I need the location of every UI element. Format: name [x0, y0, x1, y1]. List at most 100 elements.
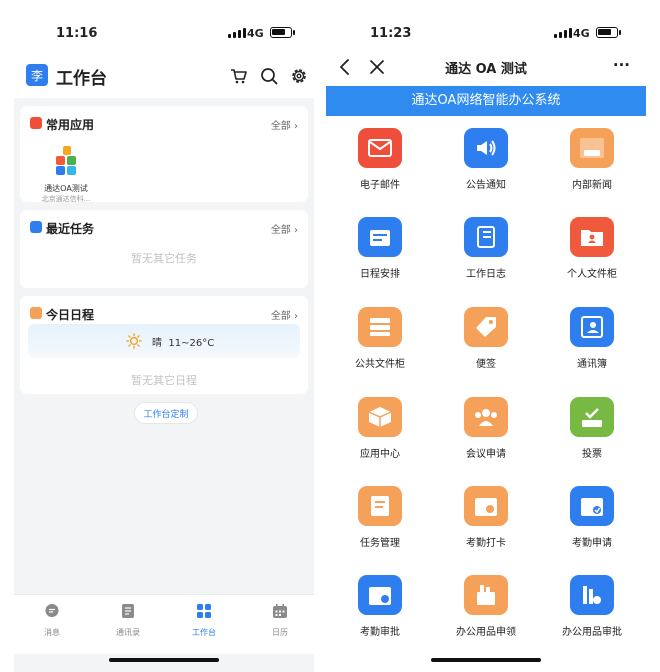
app-shortcut-tongda[interactable]: 通达OA测试 北京通达信科...: [36, 146, 96, 204]
box-icon: [358, 397, 402, 437]
left-phone-screen: 11:16 4G 李 工作台 常用应用 全部 › 通达OA测试 北京通达信科..…: [14, 0, 314, 672]
app-tile-news[interactable]: 内部新闻: [542, 128, 642, 191]
supplies-approve-icon: [570, 575, 614, 615]
customize-workbench-button[interactable]: 工作台定制: [134, 402, 198, 424]
system-banner: 通达OA网络智能办公系统: [326, 86, 646, 116]
app-label: 便签: [476, 359, 496, 370]
app-label: 通讯簿: [577, 359, 607, 370]
app-tile-box[interactable]: 应用中心: [330, 397, 430, 460]
app-label: 应用中心: [360, 449, 400, 460]
card-title: 最近任务: [46, 222, 95, 236]
search-icon[interactable]: [260, 67, 278, 85]
app-tile-clock-in[interactable]: 考勤打卡: [436, 486, 536, 549]
app-label: 公共文件柜: [355, 359, 405, 370]
app-label: 会议申请: [466, 449, 506, 460]
app-label: 个人文件柜: [567, 269, 617, 280]
supplies-request-icon: [464, 575, 508, 615]
app-label: 电子邮件: [360, 180, 400, 191]
view-all-label: 全部: [270, 121, 291, 132]
app-tile-supplies-request[interactable]: 办公用品申领: [436, 575, 536, 638]
app-tile-address-book[interactable]: 通讯簿: [542, 307, 642, 370]
app-label: 公告通知: [466, 180, 506, 191]
view-all-link[interactable]: 全部 ›: [271, 117, 298, 132]
cart-icon[interactable]: [230, 67, 248, 85]
tongda-logo-icon: [56, 146, 76, 175]
sun-icon: [126, 333, 142, 349]
view-all-label: 全部: [270, 225, 291, 236]
attendance-apply-icon: [570, 486, 614, 526]
page-title: 工作台: [56, 69, 107, 89]
tab-label: 工作台: [192, 628, 216, 637]
status-time: 11:16: [56, 26, 98, 41]
workbench-header: 李 工作台: [14, 52, 314, 98]
app-tile-tag[interactable]: 便签: [436, 307, 536, 370]
apps-badge-icon: [30, 117, 42, 129]
news-icon: [570, 128, 614, 168]
top-nav-bar: 通达 OA 测试 ···: [326, 52, 646, 84]
app-label: 任务管理: [360, 538, 400, 549]
view-all-link[interactable]: 全部 ›: [271, 307, 298, 322]
app-tile-personal-folder[interactable]: 个人文件柜: [542, 217, 642, 280]
page-title: 通达 OA 测试: [445, 62, 527, 77]
address-book-icon: [570, 307, 614, 347]
signal-icon: [228, 28, 246, 38]
bottom-tab-bar: 消息 通讯录 工作台 日历: [14, 594, 314, 654]
app-tile-megaphone[interactable]: 公告通知: [436, 128, 536, 191]
gear-icon[interactable]: [290, 67, 308, 85]
weather-text: 晴 11~26°C: [152, 334, 214, 349]
message-icon: [45, 604, 59, 617]
journal-icon: [464, 217, 508, 257]
app-name: 通达OA测试: [44, 184, 88, 193]
status-time: 11:23: [370, 26, 412, 41]
app-tile-attendance-apply[interactable]: 考勤申请: [542, 486, 642, 549]
app-tile-server[interactable]: 公共文件柜: [330, 307, 430, 370]
avatar[interactable]: 李: [26, 64, 48, 86]
status-bar: 11:23 4G: [326, 0, 646, 52]
card-title: 常用应用: [46, 118, 95, 132]
tab-calendar[interactable]: 日历: [250, 603, 310, 638]
card-title: 今日日程: [46, 308, 95, 322]
right-phone-screen: 11:23 4G 通达 OA 测试 ··· 通达OA网络智能办公系统 电子邮件公…: [326, 0, 646, 672]
app-org: 北京通达信科...: [41, 195, 91, 203]
app-label: 工作日志: [466, 269, 506, 280]
app-label: 投票: [582, 449, 602, 460]
tab-label: 日历: [272, 628, 288, 637]
workbench-icon: [197, 604, 211, 618]
app-tile-people[interactable]: 会议申请: [436, 397, 536, 460]
network-label: 4G: [247, 27, 264, 40]
schedule-icon: [358, 217, 402, 257]
tasks-badge-icon: [30, 221, 42, 233]
app-tile-attendance-approve[interactable]: 考勤审批: [330, 575, 430, 638]
app-tile-schedule[interactable]: 日程安排: [330, 217, 430, 280]
vote-icon: [570, 397, 614, 437]
tab-contacts[interactable]: 通讯录: [98, 603, 158, 638]
home-indicator: [431, 658, 541, 662]
tab-workbench[interactable]: 工作台: [174, 603, 234, 638]
app-tile-journal[interactable]: 工作日志: [436, 217, 536, 280]
app-label: 考勤申请: [572, 538, 612, 549]
tab-label: 消息: [44, 628, 60, 637]
battery-icon: [270, 27, 295, 38]
status-bar: 11:16 4G: [14, 0, 314, 52]
server-icon: [358, 307, 402, 347]
task-icon: [358, 486, 402, 526]
network-label: 4G: [573, 27, 590, 40]
battery-icon: [596, 27, 621, 38]
signal-icon: [554, 28, 572, 38]
more-menu-button[interactable]: ···: [613, 56, 630, 74]
app-tile-task[interactable]: 任务管理: [330, 486, 430, 549]
recent-tasks-card: 最近任务 全部 › 暂无其它任务: [20, 210, 308, 288]
app-tile-supplies-approve[interactable]: 办公用品审批: [542, 575, 642, 638]
weather-temp: 11~26°C: [168, 338, 215, 349]
contacts-icon: [122, 604, 134, 618]
weather-banner: 晴 11~26°C: [28, 324, 300, 358]
weather-condition: 晴: [152, 338, 162, 349]
tab-label: 通讯录: [116, 628, 140, 637]
common-apps-card: 常用应用 全部 › 通达OA测试 北京通达信科...: [20, 106, 308, 204]
tab-messages[interactable]: 消息: [22, 603, 82, 638]
home-indicator: [109, 658, 219, 662]
app-tile-vote[interactable]: 投票: [542, 397, 642, 460]
schedule-badge-icon: [30, 307, 42, 319]
view-all-link[interactable]: 全部 ›: [271, 221, 298, 236]
app-tile-mail[interactable]: 电子邮件: [330, 128, 430, 191]
